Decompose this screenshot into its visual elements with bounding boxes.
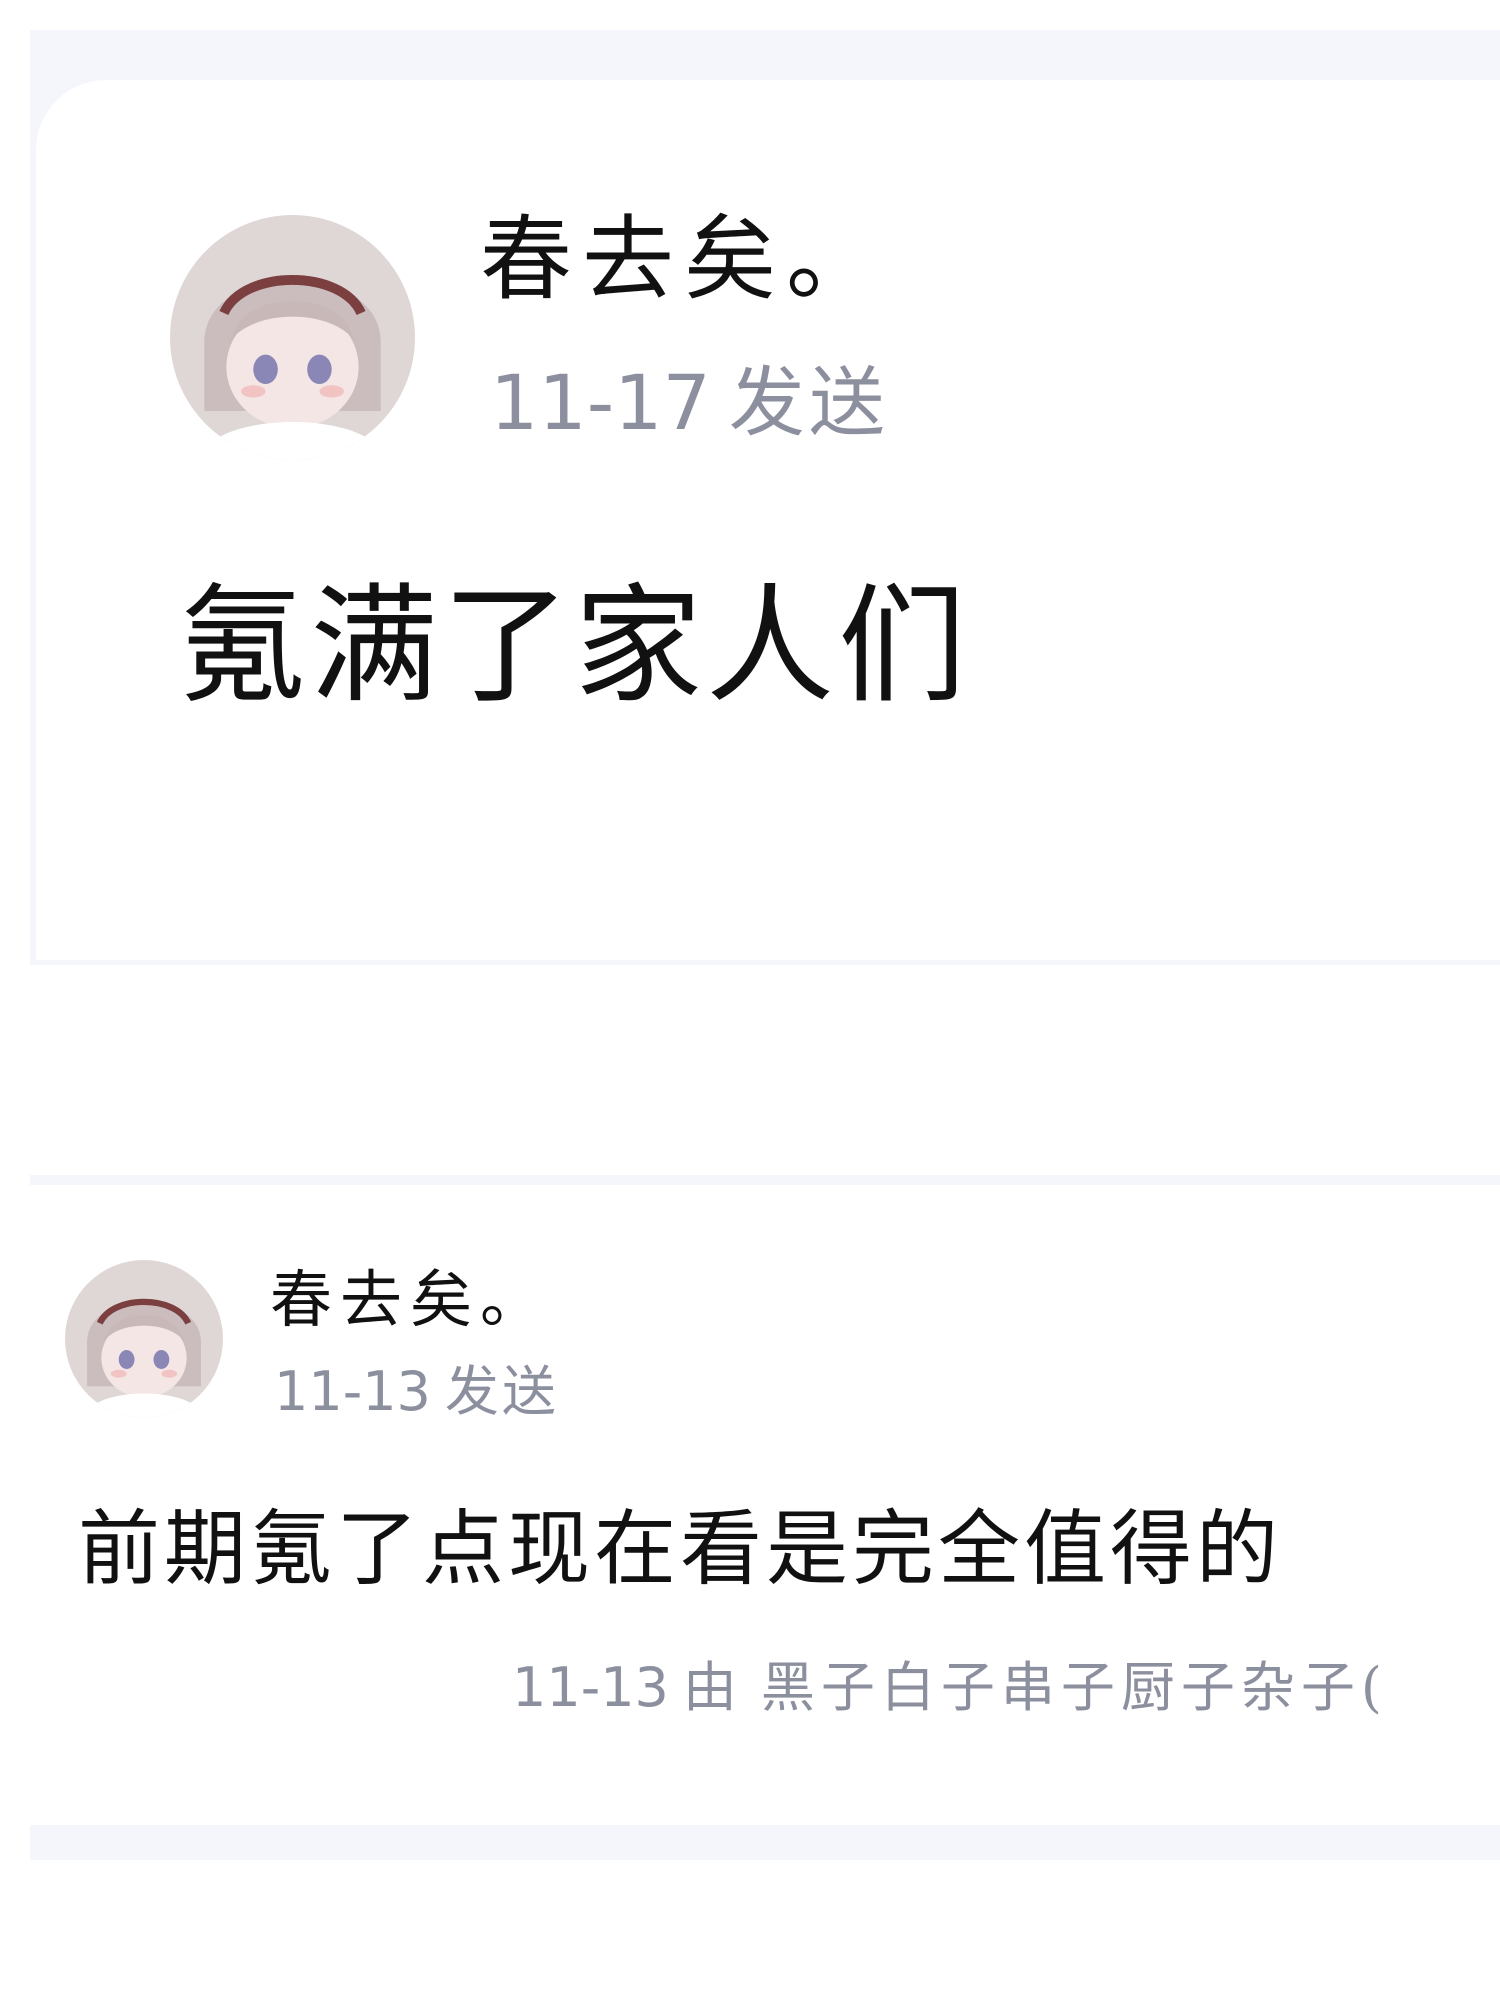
avatar-image bbox=[170, 215, 415, 460]
send-label: 发送 bbox=[728, 358, 889, 447]
send-label: 发送 bbox=[444, 1360, 559, 1423]
post-content: 前期氪了点现在看是完全值得的 bbox=[78, 1502, 1283, 1597]
footer-users[interactable]: 黑子白子串子厨子杂子( bbox=[761, 1656, 1388, 1719]
bottom-divider-band bbox=[30, 1825, 1500, 1860]
post-meta: 11-13 发送 bbox=[274, 1360, 559, 1424]
avatar[interactable] bbox=[65, 1260, 223, 1418]
author-name[interactable]: 春去矣。 bbox=[270, 1262, 550, 1338]
post-date: 11-13 bbox=[274, 1360, 431, 1423]
footer-by-label: 由 bbox=[682, 1656, 743, 1719]
footer-date: 11-13 bbox=[512, 1656, 669, 1719]
post-footer: 11-13 由黑子白子串子厨子杂子( bbox=[512, 1655, 1500, 1721]
post-content: 氪满了家人们 bbox=[178, 572, 971, 721]
avatar[interactable] bbox=[170, 215, 415, 460]
middle-divider-band bbox=[30, 1175, 1500, 1185]
author-name[interactable]: 春去矣。 bbox=[480, 205, 888, 315]
post-meta: 11-17 发送 bbox=[490, 358, 889, 448]
post-date: 11-17 bbox=[490, 358, 711, 447]
avatar-image bbox=[65, 1260, 223, 1418]
